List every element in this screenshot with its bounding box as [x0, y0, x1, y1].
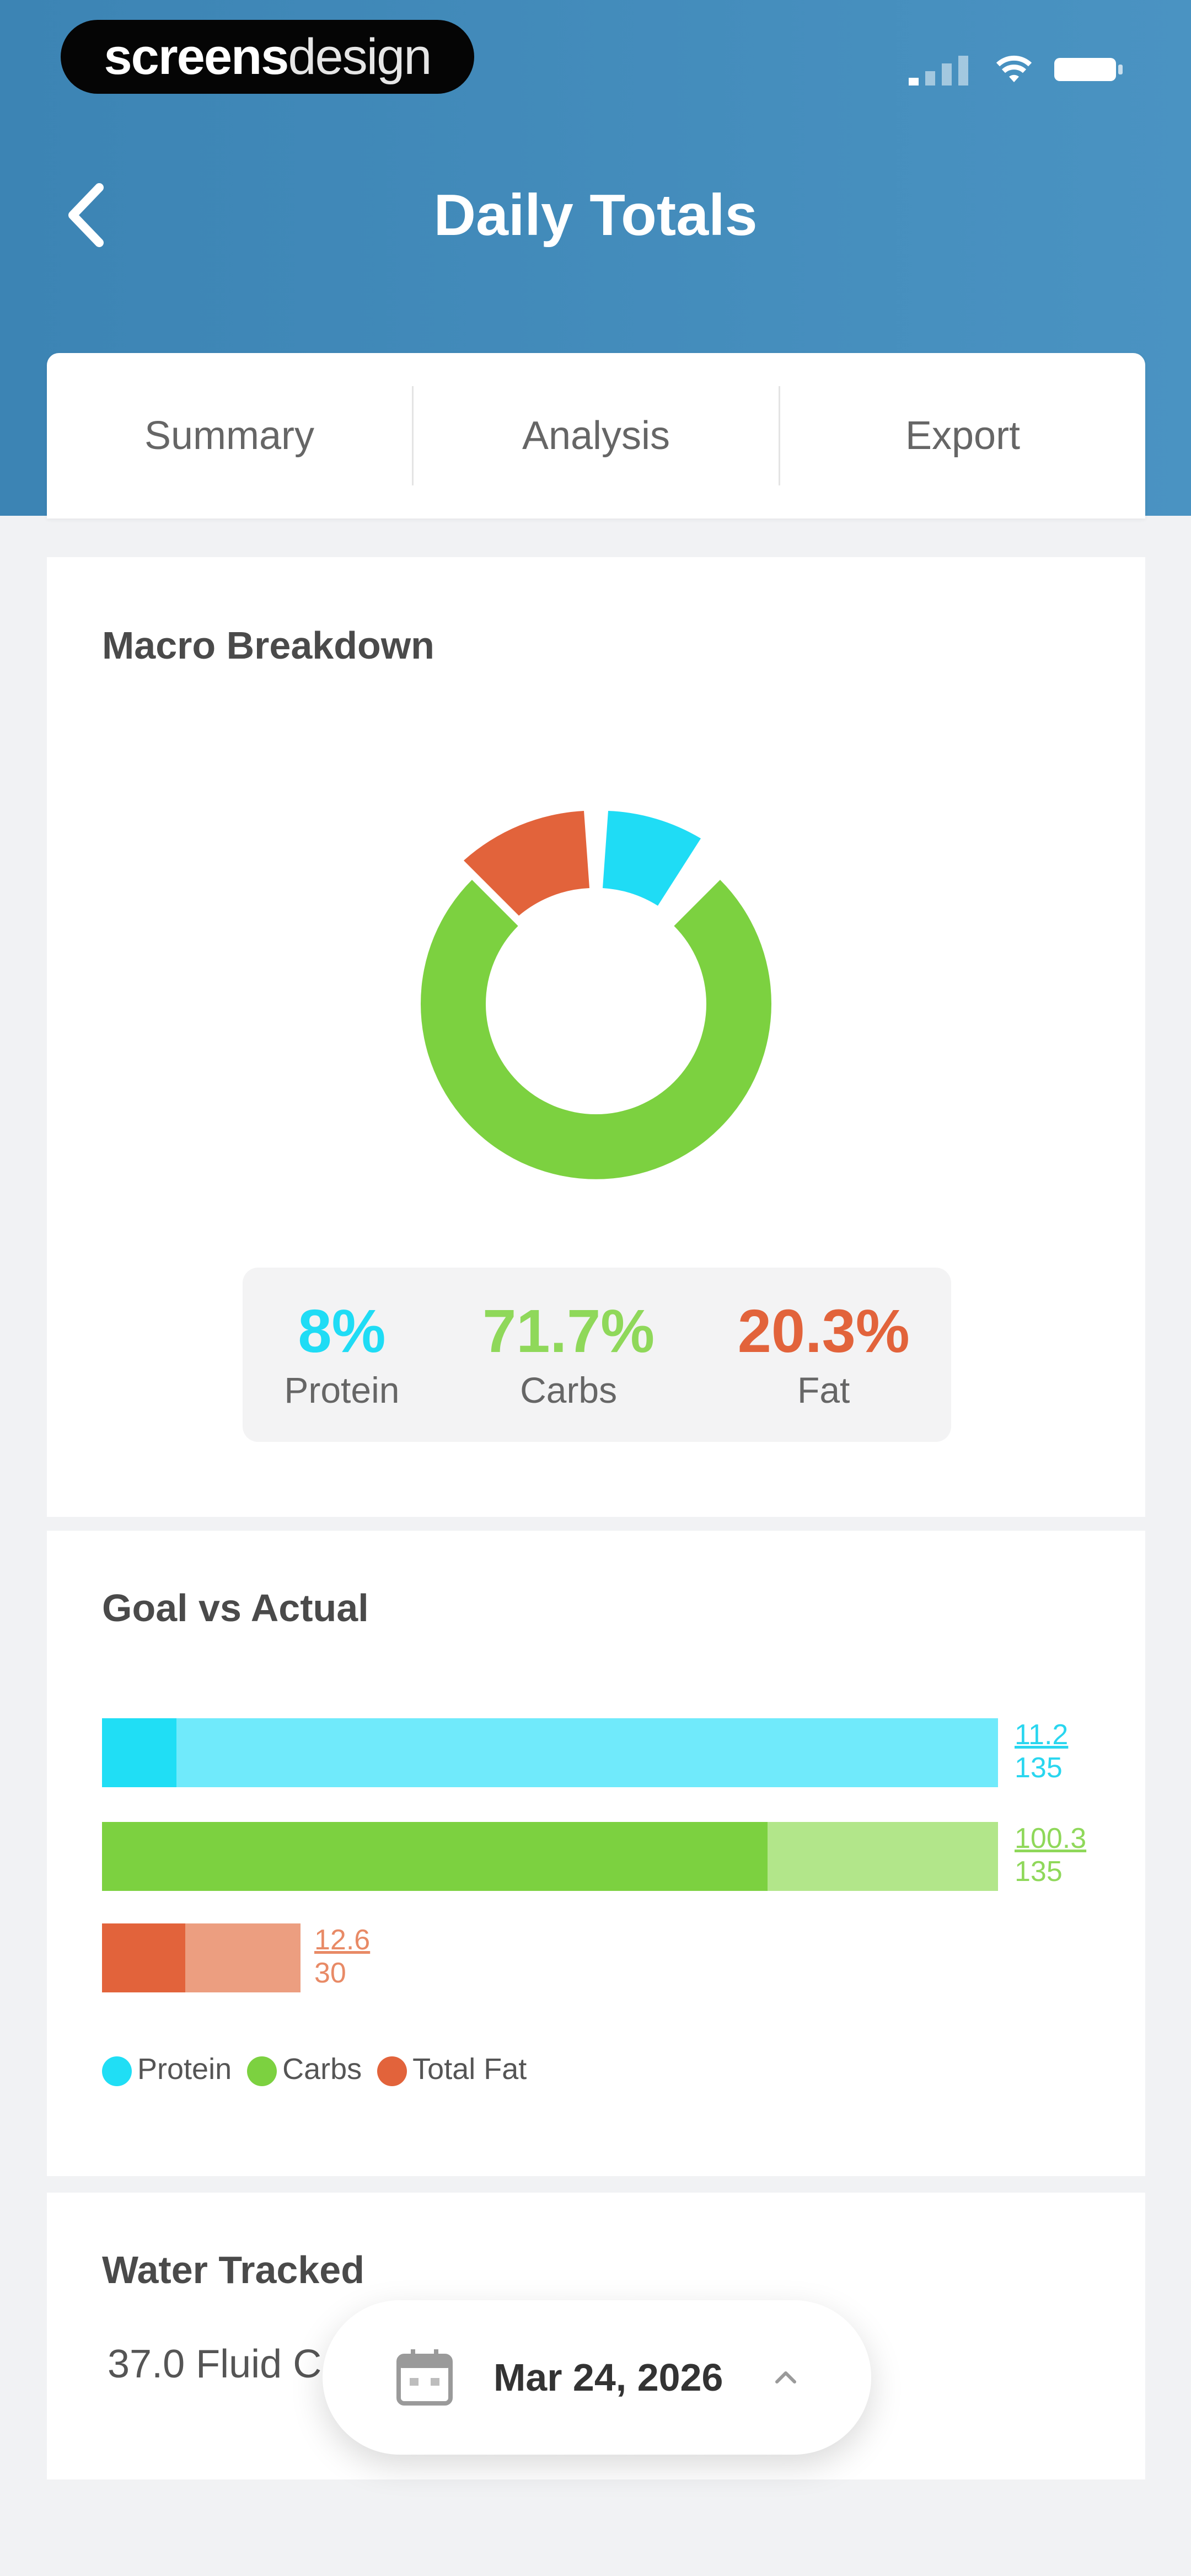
calendar-icon — [396, 2349, 453, 2406]
macro-donut-chart — [421, 811, 771, 1179]
logo-text-light: design — [288, 29, 432, 85]
fat-percent: 20.3% — [737, 1297, 910, 1365]
goal-vs-actual-card: Goal vs Actual 11.2 135 100.3 135 12.6 3… — [47, 1531, 1145, 2176]
macro-breakdown-title: Macro Breakdown — [102, 624, 434, 667]
goal-bar-carbs — [102, 1822, 998, 1891]
logo-text-bold: screens — [104, 29, 289, 85]
goal-bar-carbs-actual — [102, 1822, 768, 1891]
carbs-actual-value: 100.3 — [1015, 1823, 1087, 1854]
brand-logo: screensdesign — [61, 20, 474, 94]
carbs-percent: 71.7% — [482, 1297, 655, 1365]
status-bar — [909, 50, 1125, 88]
protein-percent: 8% — [298, 1297, 386, 1365]
goal-bar-fat — [102, 1923, 301, 1992]
goal-bar-fat-actual — [102, 1923, 186, 1992]
goal-bar-protein-goal — [102, 1718, 998, 1787]
goal-legend: Protein Carbs Total Fat — [102, 2052, 527, 2086]
water-tracked-value: 37.0 Fluid C — [108, 2342, 322, 2386]
date-picker-button[interactable]: Mar 24, 2026 — [323, 2300, 871, 2455]
protein-actual-value: 11.2 — [1015, 1719, 1069, 1751]
legend-carbs: 71.7% Carbs — [482, 1298, 654, 1411]
tab-bar: Summary Analysis Export — [47, 353, 1145, 519]
legend-fat: 20.3% Fat — [738, 1298, 910, 1411]
goal-legend-carbs: Carbs — [247, 2052, 362, 2086]
goal-legend-fat: Total Fat — [377, 2052, 527, 2086]
carbs-label: Carbs — [520, 1370, 618, 1410]
donut-slice-protein — [603, 811, 701, 906]
date-label: Mar 24, 2026 — [493, 2356, 723, 2399]
donut-slice-carbs — [421, 880, 771, 1179]
goal-bar-protein — [102, 1718, 998, 1787]
fat-label: Fat — [797, 1370, 850, 1410]
cellular-signal-icon — [909, 56, 968, 85]
wifi-icon — [996, 55, 1032, 82]
page-title: Daily Totals — [433, 183, 758, 248]
goal-value-fat: 12.6 30 — [314, 1923, 370, 1990]
goal-bar-protein-actual — [102, 1718, 176, 1787]
tab-summary[interactable]: Summary — [47, 386, 412, 485]
protein-goal-value: 135 — [1015, 1752, 1063, 1784]
legend-protein: 8% Protein — [284, 1298, 399, 1411]
protein-label: Protein — [284, 1370, 400, 1410]
goal-legend-protein: Protein — [102, 2052, 232, 2086]
macro-legend: 8% Protein 71.7% Carbs 20.3% Fat — [243, 1268, 951, 1442]
tab-export[interactable]: Export — [780, 386, 1145, 485]
water-tracked-title: Water Tracked — [102, 2248, 364, 2291]
chevron-up-icon — [775, 2371, 796, 2383]
tab-analysis[interactable]: Analysis — [414, 386, 779, 485]
fat-goal-value: 30 — [314, 1957, 346, 1989]
goal-value-carbs: 100.3 135 — [1015, 1822, 1086, 1888]
battery-icon — [1054, 58, 1123, 81]
goal-value-protein: 11.2 135 — [1015, 1718, 1068, 1784]
carbs-goal-value: 135 — [1015, 1856, 1063, 1888]
goal-vs-actual-title: Goal vs Actual — [102, 1586, 369, 1629]
fat-actual-value: 12.6 — [314, 1924, 371, 1956]
